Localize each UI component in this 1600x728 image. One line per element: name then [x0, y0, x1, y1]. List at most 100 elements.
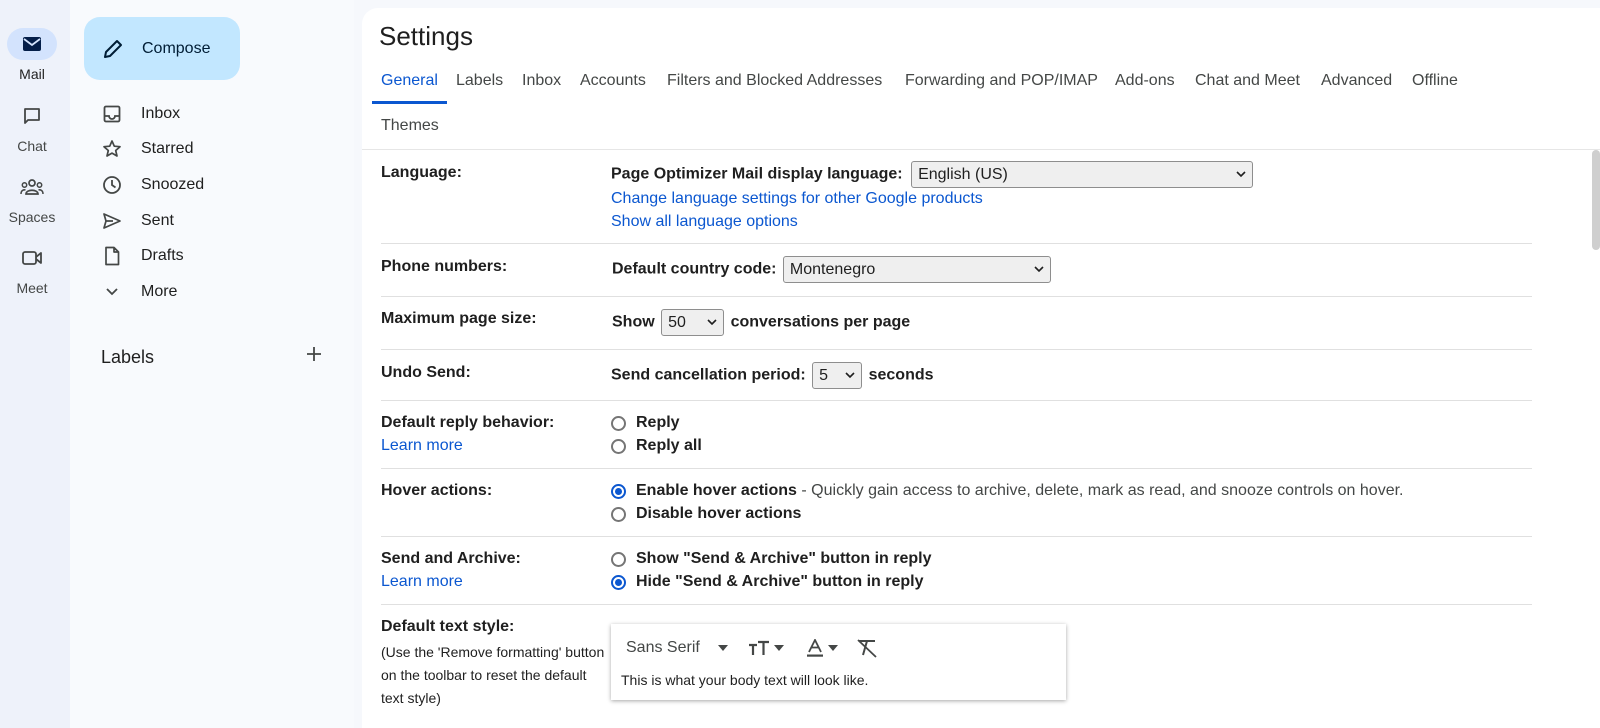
language-prompt: Page Optimizer Mail display language:: [611, 165, 903, 183]
setting-undo-send: Undo Send: Send cancellation period: 5 s…: [381, 350, 1532, 401]
tab-themes[interactable]: Themes: [381, 117, 439, 153]
rail-mail[interactable]: Mail: [0, 28, 64, 82]
radio-button[interactable]: [611, 415, 626, 431]
page-size-value: 50: [668, 313, 686, 331]
tab-accounts[interactable]: Accounts: [580, 72, 646, 108]
font-size-button[interactable]: [748, 640, 784, 656]
reply-all-option[interactable]: Reply all: [611, 437, 702, 455]
setting-label: Language:: [381, 164, 462, 181]
undo-send-control: Send cancellation period: 5 seconds: [611, 362, 934, 389]
page-size-select[interactable]: 50: [661, 309, 725, 336]
font-family-select[interactable]: Sans Serif: [626, 639, 728, 657]
text-style-editor: Sans Serif This is what your body text w…: [611, 624, 1066, 700]
phone-prompt: Default country code:: [612, 260, 777, 278]
remove-formatting-button[interactable]: [856, 638, 878, 658]
setting-language: Language: Page Optimizer Mail display la…: [381, 150, 1532, 244]
pencil-icon: [104, 39, 122, 58]
show-language-options-link[interactable]: Show all language options: [611, 213, 798, 231]
compose-label: Compose: [142, 39, 211, 57]
tab-chat-meet[interactable]: Chat and Meet: [1195, 72, 1300, 108]
phone-control: Default country code: Montenegro: [612, 256, 1051, 283]
tab-advanced[interactable]: Advanced: [1321, 72, 1392, 108]
nav-item-label: More: [141, 283, 178, 300]
setting-hover: Hover actions: Enable hover actions - Qu…: [381, 469, 1532, 537]
add-label-button[interactable]: [302, 342, 326, 366]
setting-page-size: Maximum page size: Show 50 conversations…: [381, 297, 1532, 350]
chevron-down-icon: [707, 319, 717, 326]
caret-down-icon: [773, 645, 784, 651]
nav-item-starred[interactable]: Starred: [98, 133, 193, 165]
tab-addons[interactable]: Add-ons: [1115, 72, 1175, 108]
send-archive-learn-more-link[interactable]: Learn more: [381, 573, 463, 591]
nav-item-label: Inbox: [141, 105, 181, 122]
star-icon: [98, 139, 126, 159]
disable-hover-option[interactable]: Disable hover actions: [611, 505, 801, 523]
text-color-button[interactable]: [806, 639, 838, 657]
language-select[interactable]: English (US): [911, 161, 1254, 188]
setting-label: Default text style:: [381, 618, 515, 635]
nav-item-label: Snoozed: [141, 176, 205, 193]
change-language-link[interactable]: Change language settings for other Googl…: [611, 190, 983, 208]
language-control: Page Optimizer Mail display language: En…: [611, 161, 1254, 188]
rail-mail-label: Mail: [19, 66, 45, 82]
radio-button[interactable]: [611, 506, 626, 522]
meet-icon: [7, 242, 57, 274]
remove-formatting-icon: [857, 639, 877, 658]
chevron-down-icon: [1034, 266, 1044, 273]
undo-send-prompt: Send cancellation period:: [611, 366, 806, 384]
language-value: English (US): [918, 165, 1008, 183]
setting-label: Phone numbers:: [381, 258, 508, 275]
setting-reply: Default reply behavior: Learn more Reply…: [381, 401, 1532, 469]
hide-send-archive-option[interactable]: Hide "Send & Archive" button in reply: [611, 573, 924, 591]
radio-button[interactable]: [611, 483, 626, 499]
compose-button[interactable]: Compose: [84, 17, 240, 80]
reply-all-option-label: Reply all: [636, 437, 702, 454]
setting-label: Default reply behavior:: [381, 414, 555, 431]
page-title: Settings: [379, 21, 473, 51]
nav-item-inbox[interactable]: Inbox: [98, 98, 180, 130]
plus-icon: [307, 347, 321, 361]
tab-forwarding[interactable]: Forwarding and POP/IMAP: [905, 72, 1098, 108]
undo-send-select[interactable]: 5: [812, 362, 863, 389]
enable-hover-option[interactable]: Enable hover actions - Quickly gain acce…: [611, 482, 1403, 500]
hide-send-archive-label: Hide "Send & Archive" button in reply: [636, 573, 924, 590]
radio-button[interactable]: [611, 574, 626, 590]
rail-meet-label: Meet: [16, 280, 48, 296]
text-style-note: (Use the 'Remove formatting' button on t…: [381, 644, 605, 706]
tab-filters[interactable]: Filters and Blocked Addresses: [667, 72, 882, 108]
tab-offline[interactable]: Offline: [1412, 72, 1458, 108]
nav-item-sent[interactable]: Sent: [98, 205, 174, 237]
radio-button[interactable]: [611, 438, 626, 454]
caret-down-icon: [827, 645, 838, 651]
rail-meet[interactable]: Meet: [0, 242, 64, 296]
clock-icon: [98, 175, 126, 195]
country-code-select[interactable]: Montenegro: [782, 256, 1051, 283]
nav-item-drafts[interactable]: Drafts: [98, 240, 184, 272]
setting-phone: Phone numbers: Default country code: Mon…: [381, 244, 1532, 297]
tab-labels[interactable]: Labels: [456, 72, 503, 108]
nav-item-more[interactable]: More: [98, 276, 177, 308]
reply-option[interactable]: Reply: [611, 414, 680, 432]
tab-general[interactable]: General: [372, 68, 447, 104]
draft-icon: [98, 246, 126, 266]
nav-item-snoozed[interactable]: Snoozed: [98, 169, 204, 201]
page-size-prefix: Show: [612, 313, 655, 331]
reply-learn-more-link[interactable]: Learn more: [381, 437, 463, 455]
scrollbar[interactable]: [1592, 150, 1600, 250]
setting-send-archive: Send and Archive: Learn more Show "Send …: [381, 537, 1532, 605]
undo-send-value: 5: [819, 366, 829, 384]
nav-item-label: Drafts: [141, 247, 184, 264]
chevron-down-icon: [1236, 171, 1246, 178]
radio-button[interactable]: [611, 551, 626, 567]
rail-spaces[interactable]: Spaces: [0, 171, 64, 225]
enable-hover-description: - Quickly gain access to archive, delete…: [801, 482, 1404, 499]
nav-item-label: Starred: [141, 140, 194, 157]
show-send-archive-option[interactable]: Show "Send & Archive" button in reply: [611, 550, 932, 568]
disable-hover-label: Disable hover actions: [636, 505, 802, 522]
reply-option-label: Reply: [636, 414, 680, 431]
rail-chat[interactable]: Chat: [0, 100, 64, 154]
chevron-down-icon: [845, 372, 855, 379]
app-rail: Mail Chat Spaces Meet: [0, 0, 70, 728]
tab-inbox[interactable]: Inbox: [522, 72, 561, 108]
rail-spaces-label: Spaces: [8, 209, 56, 225]
